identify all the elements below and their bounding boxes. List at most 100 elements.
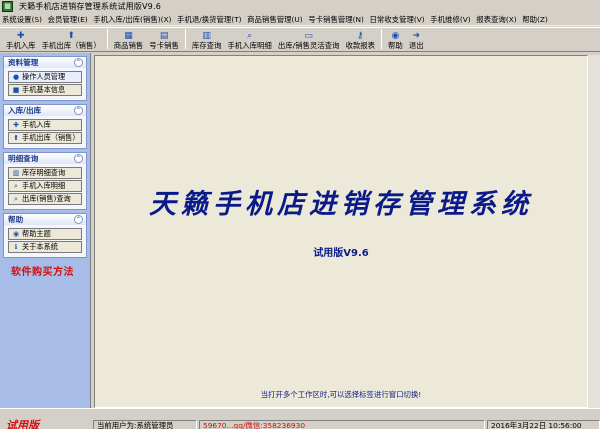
toolbar: ✚ 手机入库 ⬆ 手机出库（销售） ▦ 商品销售 ▤ 号卡销售 ▥ 库存查询 ⌕ 手机入库明细 ▭ 出库/… bbox=[0, 27, 600, 52]
menu-item-8[interactable]: 报表查询(X) bbox=[476, 14, 516, 25]
toolbar-button-2[interactable]: ▦ 商品销售 bbox=[111, 27, 147, 51]
toolbar-button-label: 手机出库（销售） bbox=[41, 41, 101, 50]
sidebar-group-header[interactable]: 帮助 ⌃ bbox=[4, 214, 86, 225]
sidebar-group-0: 资料管理 ⌃ ● 操作人员管理 ■ 手机基本信息 bbox=[3, 56, 87, 101]
app-icon[interactable]: ▦ bbox=[2, 1, 13, 12]
toolbar-button-1[interactable]: ⬆ 手机出库（销售） bbox=[39, 27, 104, 51]
menu-item-4[interactable]: 商品销售管理(U) bbox=[247, 14, 303, 25]
info-icon: ℹ bbox=[14, 243, 18, 251]
toolbar-button-9[interactable]: ➜ 退出 bbox=[406, 27, 427, 51]
menu-item-5[interactable]: 号卡销售管理(N) bbox=[308, 14, 364, 25]
menu-item-0[interactable]: 系统设置(S) bbox=[2, 14, 42, 25]
sidebar-group-title: 入库/出库 bbox=[8, 106, 42, 115]
help-icon: ◉ bbox=[391, 31, 400, 41]
sidebar-item-label: 手机入库 bbox=[22, 120, 51, 129]
sidebar-group-body: ● 操作人员管理 ■ 手机基本信息 bbox=[4, 68, 86, 100]
sidebar-item-2-1[interactable]: ⌕ 手机入库明细 bbox=[8, 180, 82, 192]
collapse-icon[interactable]: ⌃ bbox=[74, 106, 83, 115]
menu-item-9[interactable]: 帮助(Z) bbox=[522, 14, 548, 25]
sidebar-item-label: 出库(销售)查询 bbox=[22, 194, 71, 203]
collapse-icon[interactable]: ⌃ bbox=[74, 215, 83, 224]
menu-item-7[interactable]: 手机维修(V) bbox=[430, 14, 470, 25]
toolbar-button-4[interactable]: ▥ 库存查询 bbox=[189, 27, 225, 51]
magnifier-icon: ⌕ bbox=[14, 194, 18, 203]
plus-icon: ✚ bbox=[17, 31, 25, 41]
sidebar-group-header[interactable]: 入库/出库 ⌃ bbox=[4, 105, 86, 116]
sidebar: 资料管理 ⌃ ● 操作人员管理 ■ 手机基本信息 入库/出库 ⌃ ✚ 手机入库 ⬆ 手机出库（销售）明… bbox=[0, 53, 91, 408]
app-title-banner: 天籁手机店进销存管理系统 bbox=[149, 189, 533, 220]
toolbar-button-3[interactable]: ▤ 号卡销售 bbox=[146, 27, 182, 51]
toolbar-button-8[interactable]: ◉ 帮助 bbox=[385, 27, 406, 51]
toolbar-button-label: 收款报表 bbox=[345, 41, 376, 50]
toolbar-separator bbox=[106, 29, 108, 49]
sidebar-group-title: 明细查询 bbox=[8, 154, 39, 163]
card-icon: ▤ bbox=[159, 31, 169, 41]
toolbar-button-6[interactable]: ▭ 出库/销售灵活查询 bbox=[275, 27, 343, 51]
document-icon: ▭ bbox=[304, 31, 313, 41]
toolbar-separator bbox=[184, 29, 186, 49]
sidebar-item-3-1[interactable]: ℹ 关于本系统 bbox=[8, 241, 82, 253]
list-icon: ▥ bbox=[202, 31, 211, 41]
status-bar: 试用版 当前用户为:系统管理员 59670...qq/微信:358236930 … bbox=[0, 408, 600, 429]
sidebar-group-1: 入库/出库 ⌃ ✚ 手机入库 ⬆ 手机出库（销售） bbox=[3, 104, 87, 149]
sidebar-item-3-0[interactable]: ◉ 帮助主题 bbox=[8, 228, 82, 240]
menu-item-6[interactable]: 日常收支管理(V) bbox=[370, 14, 425, 25]
sidebar-item-2-2[interactable]: ⌕ 出库(销售)查询 bbox=[8, 193, 82, 205]
sidebar-group-header[interactable]: 明细查询 ⌃ bbox=[4, 153, 86, 164]
sidebar-group-title: 资料管理 bbox=[8, 58, 39, 67]
help-icon: ◉ bbox=[12, 230, 20, 238]
trial-label: 试用版 bbox=[6, 419, 39, 429]
sidebar-group-body: ◉ 帮助主题 ℹ 关于本系统 bbox=[4, 225, 86, 257]
plus-icon: ✚ bbox=[13, 121, 19, 129]
toolbar-button-label: 库存查询 bbox=[191, 41, 222, 50]
sidebar-item-0-0[interactable]: ● 操作人员管理 bbox=[8, 71, 82, 83]
sidebar-item-label: 操作人员管理 bbox=[22, 72, 66, 81]
menu-item-3[interactable]: 手机退/换货管理(T) bbox=[177, 14, 242, 25]
sidebar-item-2-0[interactable]: ▥ 库存明细查询 bbox=[8, 167, 82, 179]
toolbar-button-label: 出库/销售灵活查询 bbox=[277, 41, 340, 50]
title-bar: ▦ 天籁手机店进销存管理系统试用版V9.6 bbox=[0, 0, 600, 13]
list-icon: ▥ bbox=[12, 169, 20, 177]
status-contact: 59670...qq/微信:358236930 bbox=[199, 420, 485, 429]
sidebar-item-label: 库存明细查询 bbox=[22, 168, 66, 177]
magnifier-icon: ⌕ bbox=[14, 181, 18, 190]
sidebar-group-header[interactable]: 资料管理 ⌃ bbox=[4, 57, 86, 68]
vertical-scrollbar[interactable] bbox=[588, 55, 600, 408]
toolbar-button-label: 帮助 bbox=[388, 41, 403, 50]
main-workspace: 天籁手机店进销存管理系统 试用版V9.6 当打开多个工作区时,可以选择标签进行窗… bbox=[94, 55, 588, 408]
toolbar-button-label: 商品销售 bbox=[113, 41, 144, 50]
collapse-icon[interactable]: ⌃ bbox=[74, 154, 83, 163]
toolbar-button-label: 手机入库明细 bbox=[227, 41, 272, 50]
collapse-icon[interactable]: ⌃ bbox=[74, 58, 83, 67]
toolbar-button-label: 手机入库 bbox=[6, 41, 36, 50]
phone-icon: ■ bbox=[12, 86, 20, 94]
sidebar-group-body: ▥ 库存明细查询 ⌕ 手机入库明细 ⌕ 出库(销售)查询 bbox=[4, 164, 86, 209]
toolbar-button-label: 号卡销售 bbox=[149, 41, 179, 50]
menu-item-2[interactable]: 手机入库/出库(销售)(X) bbox=[93, 14, 171, 25]
status-datetime: 2016年3月22日 10:56:00 bbox=[487, 420, 600, 429]
sidebar-item-label: 手机出库（销售） bbox=[22, 133, 80, 142]
key-icon: ⚷ bbox=[356, 31, 364, 41]
buy-software-link[interactable]: 软件购买方法 bbox=[11, 263, 90, 278]
workspace-hint: 当打开多个工作区时,可以选择标签进行窗口切换! bbox=[260, 390, 422, 399]
toolbar-button-0[interactable]: ✚ 手机入库 bbox=[3, 27, 39, 51]
person-icon: ● bbox=[12, 73, 20, 81]
menu-item-1[interactable]: 会员管理(E) bbox=[48, 14, 88, 25]
window-title: 天籁手机店进销存管理系统试用版V9.6 bbox=[19, 2, 161, 11]
sidebar-item-label: 手机入库明细 bbox=[22, 181, 66, 190]
sidebar-item-0-1[interactable]: ■ 手机基本信息 bbox=[8, 84, 82, 96]
toolbar-button-label: 退出 bbox=[408, 41, 424, 50]
arrow-up-icon: ⬆ bbox=[13, 134, 19, 142]
toolbar-separator bbox=[381, 29, 383, 49]
toolbar-button-5[interactable]: ⌕ 手机入库明细 bbox=[224, 27, 274, 51]
sidebar-group-title: 帮助 bbox=[8, 215, 24, 224]
toolbar-button-7[interactable]: ⚷ 收款报表 bbox=[342, 27, 378, 51]
version-label: 试用版V9.6 bbox=[313, 248, 369, 259]
sidebar-item-1-1[interactable]: ⬆ 手机出库（销售） bbox=[8, 132, 82, 144]
arrow-up-icon: ⬆ bbox=[67, 31, 75, 41]
exit-icon: ➜ bbox=[412, 31, 420, 41]
sidebar-item-1-0[interactable]: ✚ 手机入库 bbox=[8, 119, 82, 131]
status-current-user: 当前用户为:系统管理员 bbox=[93, 420, 197, 429]
sidebar-item-label: 关于本系统 bbox=[22, 242, 58, 251]
sidebar-group-2: 明细查询 ⌃ ▥ 库存明细查询 ⌕ 手机入库明细 ⌕ 出库(销售)查询 bbox=[3, 152, 87, 210]
